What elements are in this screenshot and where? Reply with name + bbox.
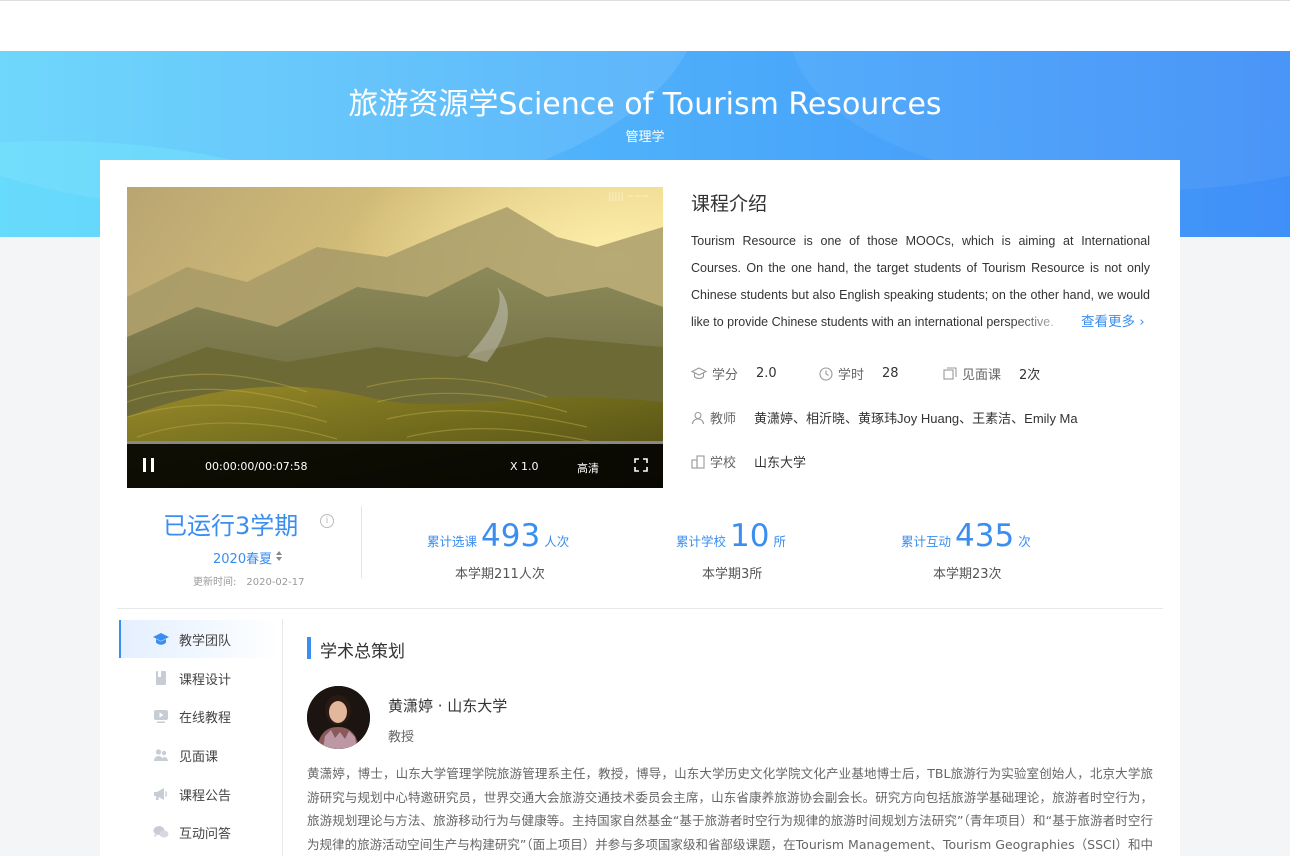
playback-speed-button[interactable]: X 1.0	[510, 460, 539, 473]
stat-label: 累计选课	[427, 534, 478, 549]
section-title: 学术总策划	[320, 642, 405, 662]
graduation-cap-icon	[153, 633, 169, 645]
teachers-value: 黄潇婷、相沂晓、黄琢玮Joy Huang、王素洁、Emily Ma	[754, 411, 1078, 426]
stat-unit: 次	[1018, 534, 1031, 549]
teacher-avatar	[307, 686, 370, 749]
hours-label: 学时	[838, 368, 865, 383]
stat-schools: 累计学校 10 所	[676, 518, 786, 554]
book-icon	[156, 671, 166, 685]
building-icon	[691, 454, 705, 469]
stat-sub: 本学期211人次	[455, 567, 545, 582]
nav-label: 在线教程	[179, 710, 232, 726]
nav-label: 课程设计	[179, 672, 232, 688]
run-terms: 已运行3学期	[163, 512, 299, 540]
nav-announcement[interactable]: 课程公告	[119, 775, 281, 813]
nav-label: 教学团队	[179, 633, 232, 649]
teachers-info: 教师 黄潇婷、相沂晓、黄琢玮Joy Huang、王素洁、Emily Ma	[691, 408, 1078, 427]
view-more-label: 查看更多	[1081, 314, 1135, 330]
meeting-info: 见面课 2次	[943, 364, 1040, 383]
school-label: 学校	[710, 456, 737, 471]
section-marker	[307, 637, 311, 659]
nav-label: 见面课	[179, 749, 219, 765]
stat-number: 493	[481, 518, 541, 554]
hours-info: 学时 28	[819, 364, 899, 383]
course-title: 旅游资源学Science of Tourism Resources	[348, 87, 942, 122]
meeting-value: 2次	[1019, 368, 1041, 383]
stat-enrollment: 累计选课 493 人次	[427, 518, 569, 554]
stat-number: 435	[955, 518, 1015, 554]
nav-label: 课程公告	[179, 788, 232, 804]
stat-unit: 所	[773, 534, 786, 549]
nav-online-tutorial[interactable]: 在线教程	[119, 697, 281, 735]
teacher-title: 教授	[388, 730, 415, 745]
stat-label: 累计学校	[676, 534, 727, 549]
update-date: 2020-02-17	[246, 577, 305, 588]
stat-sub: 本学期23次	[933, 567, 1002, 582]
video-controls: 00:00:00/00:07:58 X 1.0 高清	[127, 441, 663, 488]
nav-teaching-team[interactable]: 教学团队	[119, 620, 281, 658]
meeting-label: 见面课	[962, 368, 1002, 383]
update-label: 更新时间:	[193, 577, 237, 588]
video-player[interactable]: ||||| ~~~ 00:00:00/00:07:58 X 1.0 高清	[127, 187, 663, 488]
top-navbar	[0, 0, 1290, 51]
intro-fade	[1010, 309, 1080, 331]
teachers-label: 教师	[710, 412, 737, 427]
stat-unit: 人次	[544, 534, 570, 549]
divider	[117, 608, 1163, 609]
sort-arrows-icon[interactable]	[275, 550, 283, 562]
video-watermark: ||||| ~~~	[608, 192, 649, 202]
graduation-cap-icon	[691, 366, 707, 379]
credit-label: 学分	[712, 368, 739, 383]
megaphone-icon	[154, 788, 167, 800]
credit-info: 学分 2.0	[691, 364, 777, 383]
update-time: 更新时间: 2020-02-17	[193, 573, 305, 588]
view-more-link[interactable]: 查看更多 ›	[1079, 310, 1145, 330]
nav-course-design[interactable]: 课程设计	[119, 659, 281, 697]
divider	[361, 506, 362, 578]
hours-value: 28	[882, 366, 899, 381]
meeting-icon	[943, 366, 957, 380]
stat-interactions: 累计互动 435 次	[901, 518, 1031, 554]
school-value: 山东大学	[754, 456, 807, 471]
school-info: 学校 山东大学	[691, 452, 806, 471]
chevron-right-icon: ›	[1139, 314, 1145, 330]
course-category: 管理学	[625, 130, 665, 145]
divider	[282, 619, 283, 856]
stat-number: 10	[730, 518, 770, 554]
video-progress-bar[interactable]	[127, 441, 663, 444]
stat-sub: 本学期3所	[702, 567, 763, 582]
stat-label: 累计互动	[901, 534, 952, 549]
nav-meeting-course[interactable]: 见面课	[119, 736, 281, 774]
video-time: 00:00:00/00:07:58	[205, 460, 308, 473]
credit-value: 2.0	[756, 366, 777, 381]
info-icon[interactable]: i	[320, 514, 334, 528]
teacher-name: 黄潇婷 · 山东大学	[388, 697, 508, 715]
teacher-bio: 黄潇婷，博士，山东大学管理学院旅游管理系主任，教授，博导，山东大学历史文化学院文…	[307, 766, 1153, 852]
user-icon	[691, 411, 705, 424]
nav-qa[interactable]: 互动问答	[119, 813, 281, 851]
people-icon	[154, 749, 168, 761]
term-selector[interactable]: 2020春夏	[213, 548, 272, 567]
clock-icon	[819, 366, 833, 381]
intro-heading: 课程介绍	[691, 193, 768, 215]
video-play-icon	[154, 710, 168, 723]
fullscreen-icon[interactable]	[634, 458, 648, 472]
quality-button[interactable]: 高清	[577, 460, 599, 476]
chat-bubbles-icon	[153, 826, 169, 838]
pause-icon[interactable]	[143, 458, 155, 472]
nav-label: 互动问答	[179, 826, 232, 842]
